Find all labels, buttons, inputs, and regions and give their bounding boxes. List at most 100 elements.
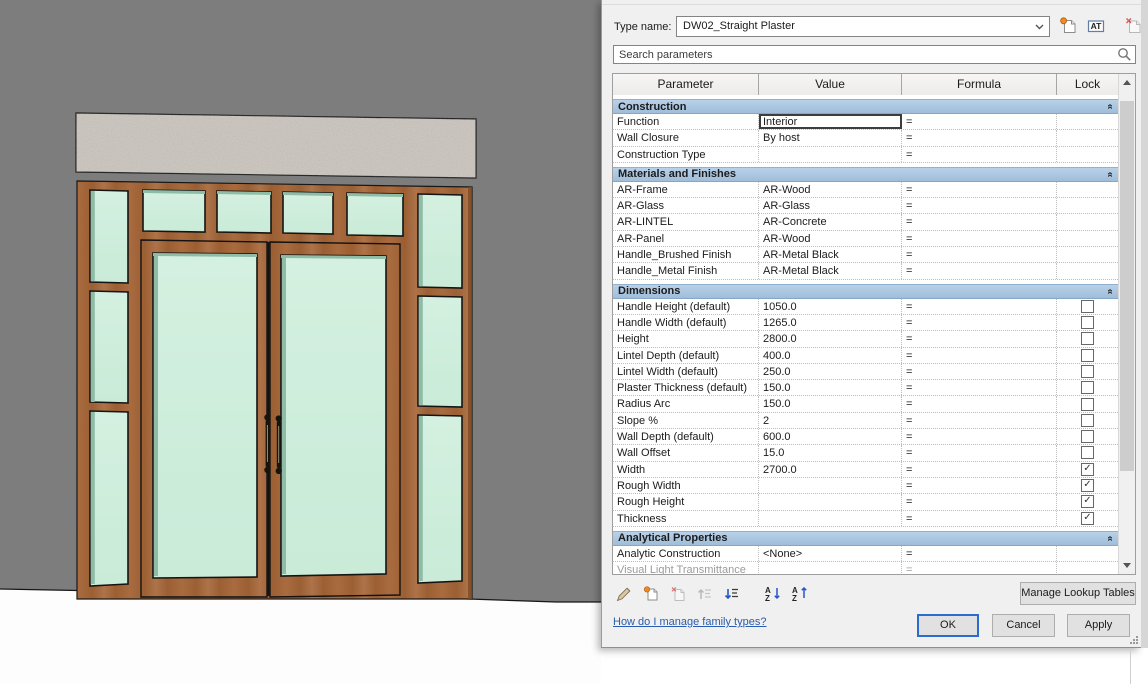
column-header-formula[interactable]: Formula [902,74,1057,95]
collapse-chevron-icon[interactable]: « [1105,536,1116,542]
search-input[interactable] [613,45,1136,64]
parameter-value-cell[interactable]: By host [759,130,902,146]
parameter-value-cell[interactable] [759,510,902,526]
scroll-up-button[interactable] [1119,74,1135,91]
parameter-name-cell[interactable]: Handle_Brushed Finish [613,247,759,263]
parameter-value-cell[interactable]: <None> [759,545,902,562]
move-parameter-down-icon[interactable] [723,585,741,603]
table-scrollbar[interactable] [1118,74,1135,574]
lock-checkbox[interactable]: ✓ [1081,462,1094,476]
new-parameter-icon[interactable] [642,585,660,603]
section-header-row[interactable]: Dimensions « [613,283,1118,299]
parameter-formula-cell[interactable]: = [902,230,1057,247]
parameter-formula-cell[interactable]: = [902,396,1057,412]
parameter-value-cell[interactable]: 600.0 [759,429,902,445]
parameter-formula-cell[interactable]: = [902,363,1057,380]
parameter-name-cell[interactable]: Handle Height (default) [613,298,759,314]
parameter-formula-cell[interactable]: = [902,214,1057,230]
parameter-formula-cell[interactable]: = [902,114,1057,130]
move-parameter-up-icon[interactable] [696,585,714,603]
parameter-name-cell[interactable]: AR-Frame [613,181,759,198]
column-header-lock[interactable]: Lock [1057,74,1118,95]
parameter-name-cell[interactable]: Analytic Construction [613,545,759,562]
sort-ascending-icon[interactable]: A Z [764,585,782,603]
parameter-formula-cell[interactable]: = [902,461,1057,477]
parameter-formula-cell[interactable]: = [902,494,1057,510]
parameter-formula-cell[interactable]: = [902,198,1057,214]
parameter-value-cell[interactable]: AR-Metal Black [759,247,902,263]
column-header-parameter[interactable]: Parameter [613,74,759,95]
parameter-formula-cell[interactable]: = [902,331,1057,347]
delete-parameter-icon[interactable] [669,585,687,603]
parameter-value-cell[interactable] [759,562,902,574]
parameter-value-cell[interactable] [759,146,902,162]
collapse-chevron-icon[interactable]: « [1105,288,1116,294]
edit-parameter-icon[interactable] [615,585,633,603]
rename-type-button[interactable]: AT [1085,15,1107,37]
apply-button[interactable]: Apply [1067,614,1130,637]
parameter-formula-cell[interactable]: = [902,146,1057,162]
parameter-value-cell[interactable]: 400.0 [759,347,902,363]
lock-checkbox[interactable]: ✓ [1081,495,1094,509]
parameter-value-cell[interactable]: AR-Concrete [759,214,902,230]
column-header-value[interactable]: Value [759,74,902,95]
parameter-formula-cell[interactable]: = [902,445,1057,461]
model-3d-view[interactable] [0,0,601,684]
parameter-formula-cell[interactable]: = [902,263,1057,279]
parameter-name-cell[interactable]: Construction Type [613,146,759,162]
collapse-chevron-icon[interactable]: « [1105,104,1116,110]
lock-checkbox[interactable] [1081,348,1094,362]
parameter-name-cell[interactable]: Plaster Thickness (default) [613,380,759,396]
parameter-name-cell[interactable]: Wall Offset [613,445,759,461]
parameter-value-cell[interactable]: 2 [759,412,902,429]
parameter-formula-cell[interactable]: = [902,562,1057,574]
ok-button[interactable]: OK [917,614,979,637]
lock-checkbox[interactable] [1081,397,1094,411]
type-name-combobox[interactable]: DW02_Straight Plaster [676,16,1050,37]
chevron-down-icon[interactable] [1032,20,1046,33]
parameter-value-cell[interactable]: 150.0 [759,380,902,396]
section-header-row[interactable]: Analytical Properties « [613,530,1118,546]
parameter-name-cell[interactable]: Handle Width (default) [613,314,759,331]
lock-checkbox[interactable] [1081,381,1094,395]
parameter-formula-cell[interactable]: = [902,298,1057,314]
parameter-name-cell[interactable]: Wall Closure [613,130,759,146]
parameter-value-cell[interactable]: 2700.0 [759,461,902,477]
parameter-formula-cell[interactable]: = [902,347,1057,363]
lock-checkbox[interactable] [1081,413,1094,427]
parameter-value-cell[interactable]: AR-Glass [759,198,902,214]
parameter-name-cell[interactable]: Rough Height [613,494,759,510]
parameter-name-cell[interactable]: Slope % [613,412,759,429]
parameter-value-cell[interactable]: 250.0 [759,363,902,380]
parameter-value-cell[interactable]: 15.0 [759,445,902,461]
manage-lookup-tables-button[interactable]: Manage Lookup Tables [1020,582,1136,605]
lock-checkbox[interactable]: ✓ [1081,479,1094,493]
collapse-chevron-icon[interactable]: « [1105,172,1116,178]
parameter-value-cell[interactable]: 2800.0 [759,331,902,347]
parameter-name-cell[interactable]: Lintel Width (default) [613,363,759,380]
parameter-name-cell[interactable]: Function [613,114,759,130]
lock-checkbox[interactable]: ✓ [1081,511,1094,525]
parameter-name-cell[interactable]: AR-Glass [613,198,759,214]
parameter-value-cell[interactable]: AR-Wood [759,181,902,198]
lock-checkbox[interactable] [1081,365,1094,378]
parameter-formula-cell[interactable]: = [902,247,1057,263]
parameter-value-cell[interactable]: AR-Metal Black [759,263,902,279]
parameter-name-cell[interactable]: Thickness [613,510,759,526]
help-link[interactable]: How do I manage family types? [613,616,766,628]
parameter-formula-cell[interactable]: = [902,412,1057,429]
parameter-name-cell[interactable]: Lintel Depth (default) [613,347,759,363]
parameter-formula-cell[interactable]: = [902,380,1057,396]
parameter-value-cell[interactable]: 150.0 [759,396,902,412]
scrollbar-thumb[interactable] [1120,101,1134,471]
parameter-value-cell[interactable]: 1265.0 [759,314,902,331]
lock-checkbox[interactable] [1081,316,1094,330]
parameter-name-cell[interactable]: Wall Depth (default) [613,429,759,445]
parameter-name-cell[interactable]: Visual Light Transmittance [613,562,759,574]
sort-descending-icon[interactable]: A Z [791,585,809,603]
lock-checkbox[interactable] [1081,332,1094,346]
parameter-formula-cell[interactable]: = [902,429,1057,445]
section-header-row[interactable]: Construction « [613,99,1118,114]
parameter-formula-cell[interactable]: = [902,130,1057,146]
lock-checkbox[interactable] [1081,446,1094,460]
